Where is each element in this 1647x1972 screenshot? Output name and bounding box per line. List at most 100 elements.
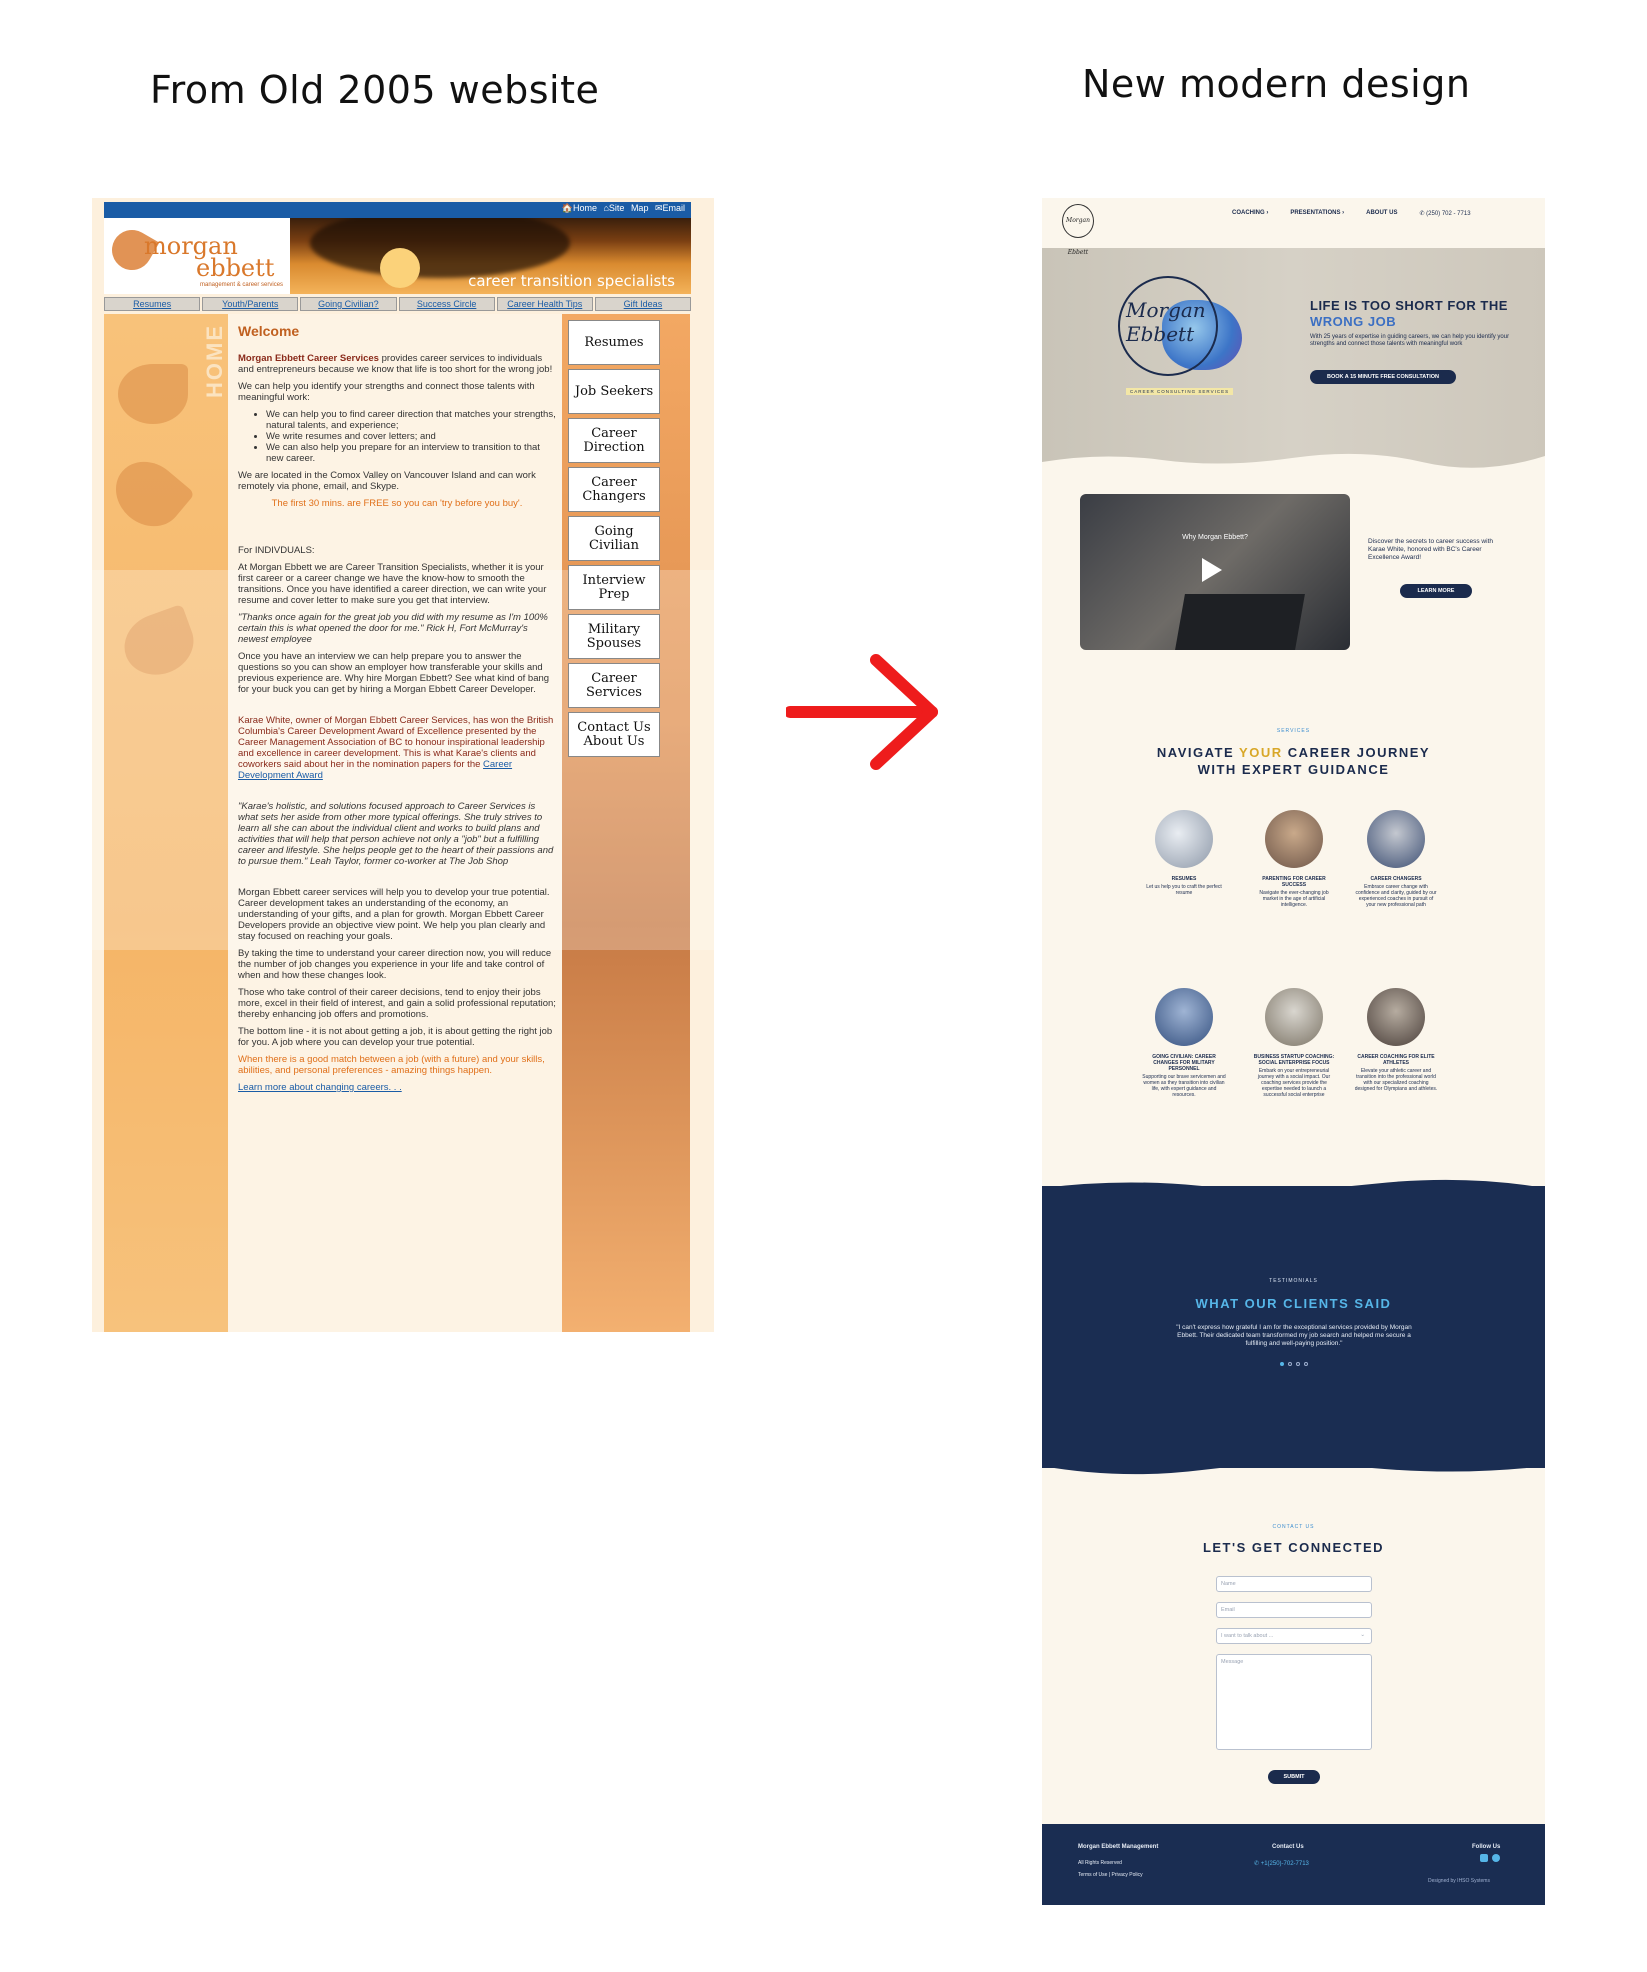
side-button-going-civilian[interactable]: Going Civilian [568,516,660,561]
old-logo[interactable]: morgan ebbett management & career servic… [104,218,290,294]
side-button-interview-prep[interactable]: Interview Prep [568,565,660,610]
arrow-right-icon [786,654,938,770]
hero-title-accent: WRONG JOB [1310,314,1397,329]
carousel-dot[interactable] [1304,1362,1308,1366]
video-player[interactable]: Why Morgan Ebbett? [1080,494,1350,650]
side-button-career-services[interactable]: Career Services [568,663,660,708]
old-quote: "Karae's holistic, and solutions focused… [238,801,554,867]
topic-select[interactable]: I want to talk about ... ⌄ [1216,1628,1372,1644]
testimonials-kicker: TESTIMONIALS [1269,1278,1318,1284]
old-free-note: The first 30 mins. are FREE so you can '… [271,498,523,509]
old-paragraph: We are located in the Comox Valley on Va… [238,470,536,492]
service-title: GOING CIVILIAN: CAREER CHANGES FOR MILIT… [1152,1054,1216,1072]
list-item: We write resumes and cover letters; and [266,431,556,442]
site-header: Morgan Ebbett COACHING › PRESENTATIONS ›… [1042,198,1545,256]
side-button-military-spouses[interactable]: Military Spouses [568,614,660,659]
footer-terms[interactable]: Terms of Use | Privacy Policy [1078,1872,1143,1878]
hero-section: Morgan Ebbett CAREER CONSULTING SERVICES… [1042,238,1545,472]
service-card-elite-athletes[interactable]: CAREER COACHING FOR ELITE ATHLETES Eleva… [1354,988,1438,1092]
email-field[interactable]: Email [1216,1602,1372,1618]
service-desc: Embrace career change with confidence an… [1355,884,1437,908]
old-nav-item[interactable]: Gift Ideas [594,297,692,311]
old-website-screenshot: 🏠Home ⌂Site Map ✉Email morgan ebbett man… [92,198,714,1332]
old-nav-item[interactable]: Success Circle [398,297,495,311]
service-desc: Let us help you to craft the perfect res… [1146,884,1222,896]
hero-body: With 25 years of expertise in guiding ca… [1310,334,1510,347]
side-button-career-changers[interactable]: Career Changers [568,467,660,512]
message-field[interactable]: Message [1216,1654,1372,1750]
hero-title: LIFE IS TOO SHORT FOR THE [1310,298,1508,313]
site-footer: Morgan Ebbett Management All Rights Rese… [1042,1824,1545,1905]
old-paragraph: At Morgan Ebbett we are Career Transitio… [238,562,547,606]
list-item: We can also help you prepare for an inte… [266,442,556,464]
learn-more-link[interactable]: Learn more about changing careers. . . [238,1082,556,1093]
footer-phone[interactable]: ✆ +1(250)-702-7713 [1254,1860,1309,1867]
linkedin-icon[interactable] [1480,1854,1488,1862]
play-icon[interactable] [1202,558,1222,582]
laptop-image [1175,594,1305,650]
side-button-career-direction[interactable]: Career Direction [568,418,660,463]
service-card-going-civilian[interactable]: GOING CIVILIAN: CAREER CHANGES FOR MILIT… [1142,988,1226,1098]
nav-item-presentations[interactable]: PRESENTATIONS › [1290,210,1344,217]
name-field[interactable]: Name [1216,1576,1372,1592]
service-card-resumes[interactable]: RESUMES Let us help you to craft the per… [1142,810,1226,896]
old-nav-item[interactable]: Resumes [104,297,201,311]
side-button-resumes[interactable]: Resumes [568,320,660,365]
contact-kicker: CONTACT US [1272,1524,1315,1530]
header-phone[interactable]: ✆ (250) 702 - 7713 [1419,210,1470,217]
service-desc: Embark on your entrepreneurial journey w… [1257,1068,1331,1098]
old-paragraph: Those who take control of their career d… [238,987,556,1020]
old-top-bar: 🏠Home ⌂Site Map ✉Email [104,202,691,218]
old-welcome-title: Welcome [238,323,300,339]
service-photo [1367,810,1425,868]
book-consultation-button[interactable]: BOOK A 15 MINUTE FREE CONSULTATION [1310,370,1456,384]
old-nav-item[interactable]: Career Health Tips [496,297,593,311]
side-button-contact-about[interactable]: Contact Us About Us [568,712,660,757]
service-card-business-startup[interactable]: BUSINESS STARTUP COACHING: SOCIAL ENTERP… [1252,988,1336,1098]
old-paragraph: Morgan Ebbett Career Services provides c… [238,353,553,375]
facebook-icon[interactable] [1492,1854,1500,1862]
service-desc: Navigate the ever-changing job market in… [1259,890,1329,908]
old-paragraph: When there is a good match between a job… [238,1054,545,1076]
footer-designed-by: Designed by IHSO Systems [1428,1878,1490,1884]
old-nav-item[interactable]: Youth/Parents [202,297,299,311]
leaf-icon [118,364,188,424]
footer-follow-label: Follow Us [1472,1844,1501,1850]
old-nav-item[interactable]: Going Civilian? [300,297,397,311]
carousel-dot[interactable] [1288,1362,1292,1366]
footer-rights: All Rights Reserved [1078,1860,1122,1866]
hero-logo-subtitle: CAREER CONSULTING SERVICES [1126,388,1234,395]
submit-button[interactable]: SUBMIT [1268,1770,1320,1784]
old-paragraph: We can help you identify your strengths … [238,381,535,403]
contact-title: LET'S GET CONNECTED [1202,1540,1385,1555]
carousel-dot[interactable] [1280,1362,1284,1366]
hero-logo-text: Morgan Ebbett [1126,298,1206,346]
nav-item-coaching[interactable]: COACHING › [1232,210,1268,217]
video-description: Discover the secrets to career success w… [1368,538,1493,561]
services-title: NAVIGATE YOUR CAREER JOURNEY WITH EXPERT… [1156,745,1431,777]
old-individuals-label: For INDIVDUALS: [238,545,315,556]
old-banner: career transition specialists [290,218,691,294]
service-desc: Elevate your athletic career and transit… [1354,1068,1438,1092]
service-card-career-changers[interactable]: CAREER CHANGERS Embrace career change wi… [1354,810,1438,908]
sun-image [380,248,420,288]
side-button-job-seekers[interactable]: Job Seekers [568,369,660,414]
service-title: BUSINESS STARTUP COACHING: SOCIAL ENTERP… [1253,1054,1335,1066]
service-photo [1265,988,1323,1046]
wave-divider [1042,1456,1545,1475]
carousel-dot[interactable] [1296,1362,1300,1366]
nav-item-about[interactable]: ABOUT US [1366,210,1397,217]
service-title: CAREER CHANGERS [1370,876,1422,882]
service-title: PARENTING FOR CAREER SUCCESS [1262,876,1326,888]
service-card-parenting[interactable]: PARENTING FOR CAREER SUCCESS Navigate th… [1252,810,1336,908]
service-photo [1155,988,1213,1046]
old-top-links[interactable]: 🏠Home ⌂Site Map ✉Email [562,203,685,214]
footer-company: Morgan Ebbett Management [1078,1844,1159,1850]
carousel-dots [1280,1362,1308,1366]
old-paragraph: Morgan Ebbett career services will help … [238,887,550,942]
old-quote: "Thanks once again for the great job you… [238,612,548,645]
learn-more-button[interactable]: LEARN MORE [1400,584,1472,598]
site-logo[interactable]: Morgan Ebbett [1062,204,1094,256]
video-title: Why Morgan Ebbett? [1182,534,1248,541]
chevron-down-icon: ⌄ [1360,1632,1365,1638]
